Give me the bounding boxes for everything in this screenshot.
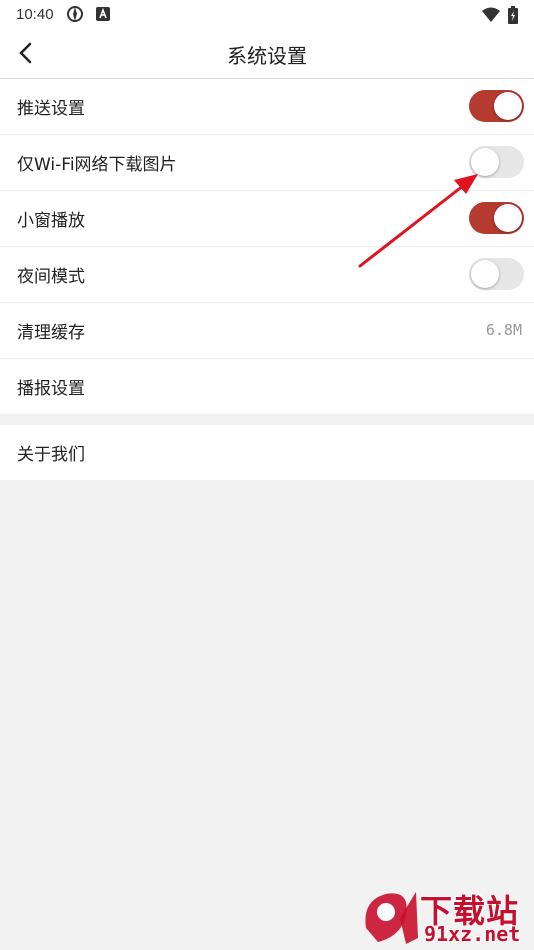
watermark: 下载站 91xz.net — [360, 886, 530, 948]
toggle-knob — [494, 204, 522, 232]
setting-label: 关于我们 — [17, 445, 85, 465]
app-notification-icon — [66, 5, 84, 23]
wifi-icon — [482, 7, 500, 27]
watermark-site: 91xz.net — [424, 922, 521, 946]
setting-label: 小窗播放 — [17, 211, 85, 231]
setting-row-about-us[interactable]: 关于我们 — [0, 425, 534, 480]
setting-label: 播报设置 — [17, 379, 85, 399]
about-group: 关于我们 — [0, 425, 534, 480]
battery-icon — [508, 6, 518, 28]
setting-row-clear-cache[interactable]: 清理缓存 6.8M — [0, 303, 534, 359]
push-toggle[interactable] — [469, 90, 524, 122]
status-time: 10:40 — [16, 5, 54, 23]
status-bar: 10:40 — [0, 0, 534, 28]
nav-bar: 系统设置 — [0, 28, 534, 79]
setting-row-push[interactable]: 推送设置 — [0, 79, 534, 135]
setting-label: 推送设置 — [17, 99, 85, 119]
watermark-logo-icon — [365, 892, 418, 944]
setting-row-broadcast[interactable]: 播报设置 — [0, 359, 534, 414]
accessibility-notification-icon — [95, 7, 110, 21]
toggle-knob — [494, 92, 522, 120]
annotation-arrow-icon — [358, 174, 478, 268]
page-title: 系统设置 — [227, 44, 307, 68]
setting-label: 夜间模式 — [17, 267, 85, 287]
cache-size-value: 6.8M — [485, 321, 522, 339]
setting-label: 仅Wi-Fi网络下载图片 — [17, 155, 177, 175]
setting-label: 清理缓存 — [17, 323, 85, 343]
